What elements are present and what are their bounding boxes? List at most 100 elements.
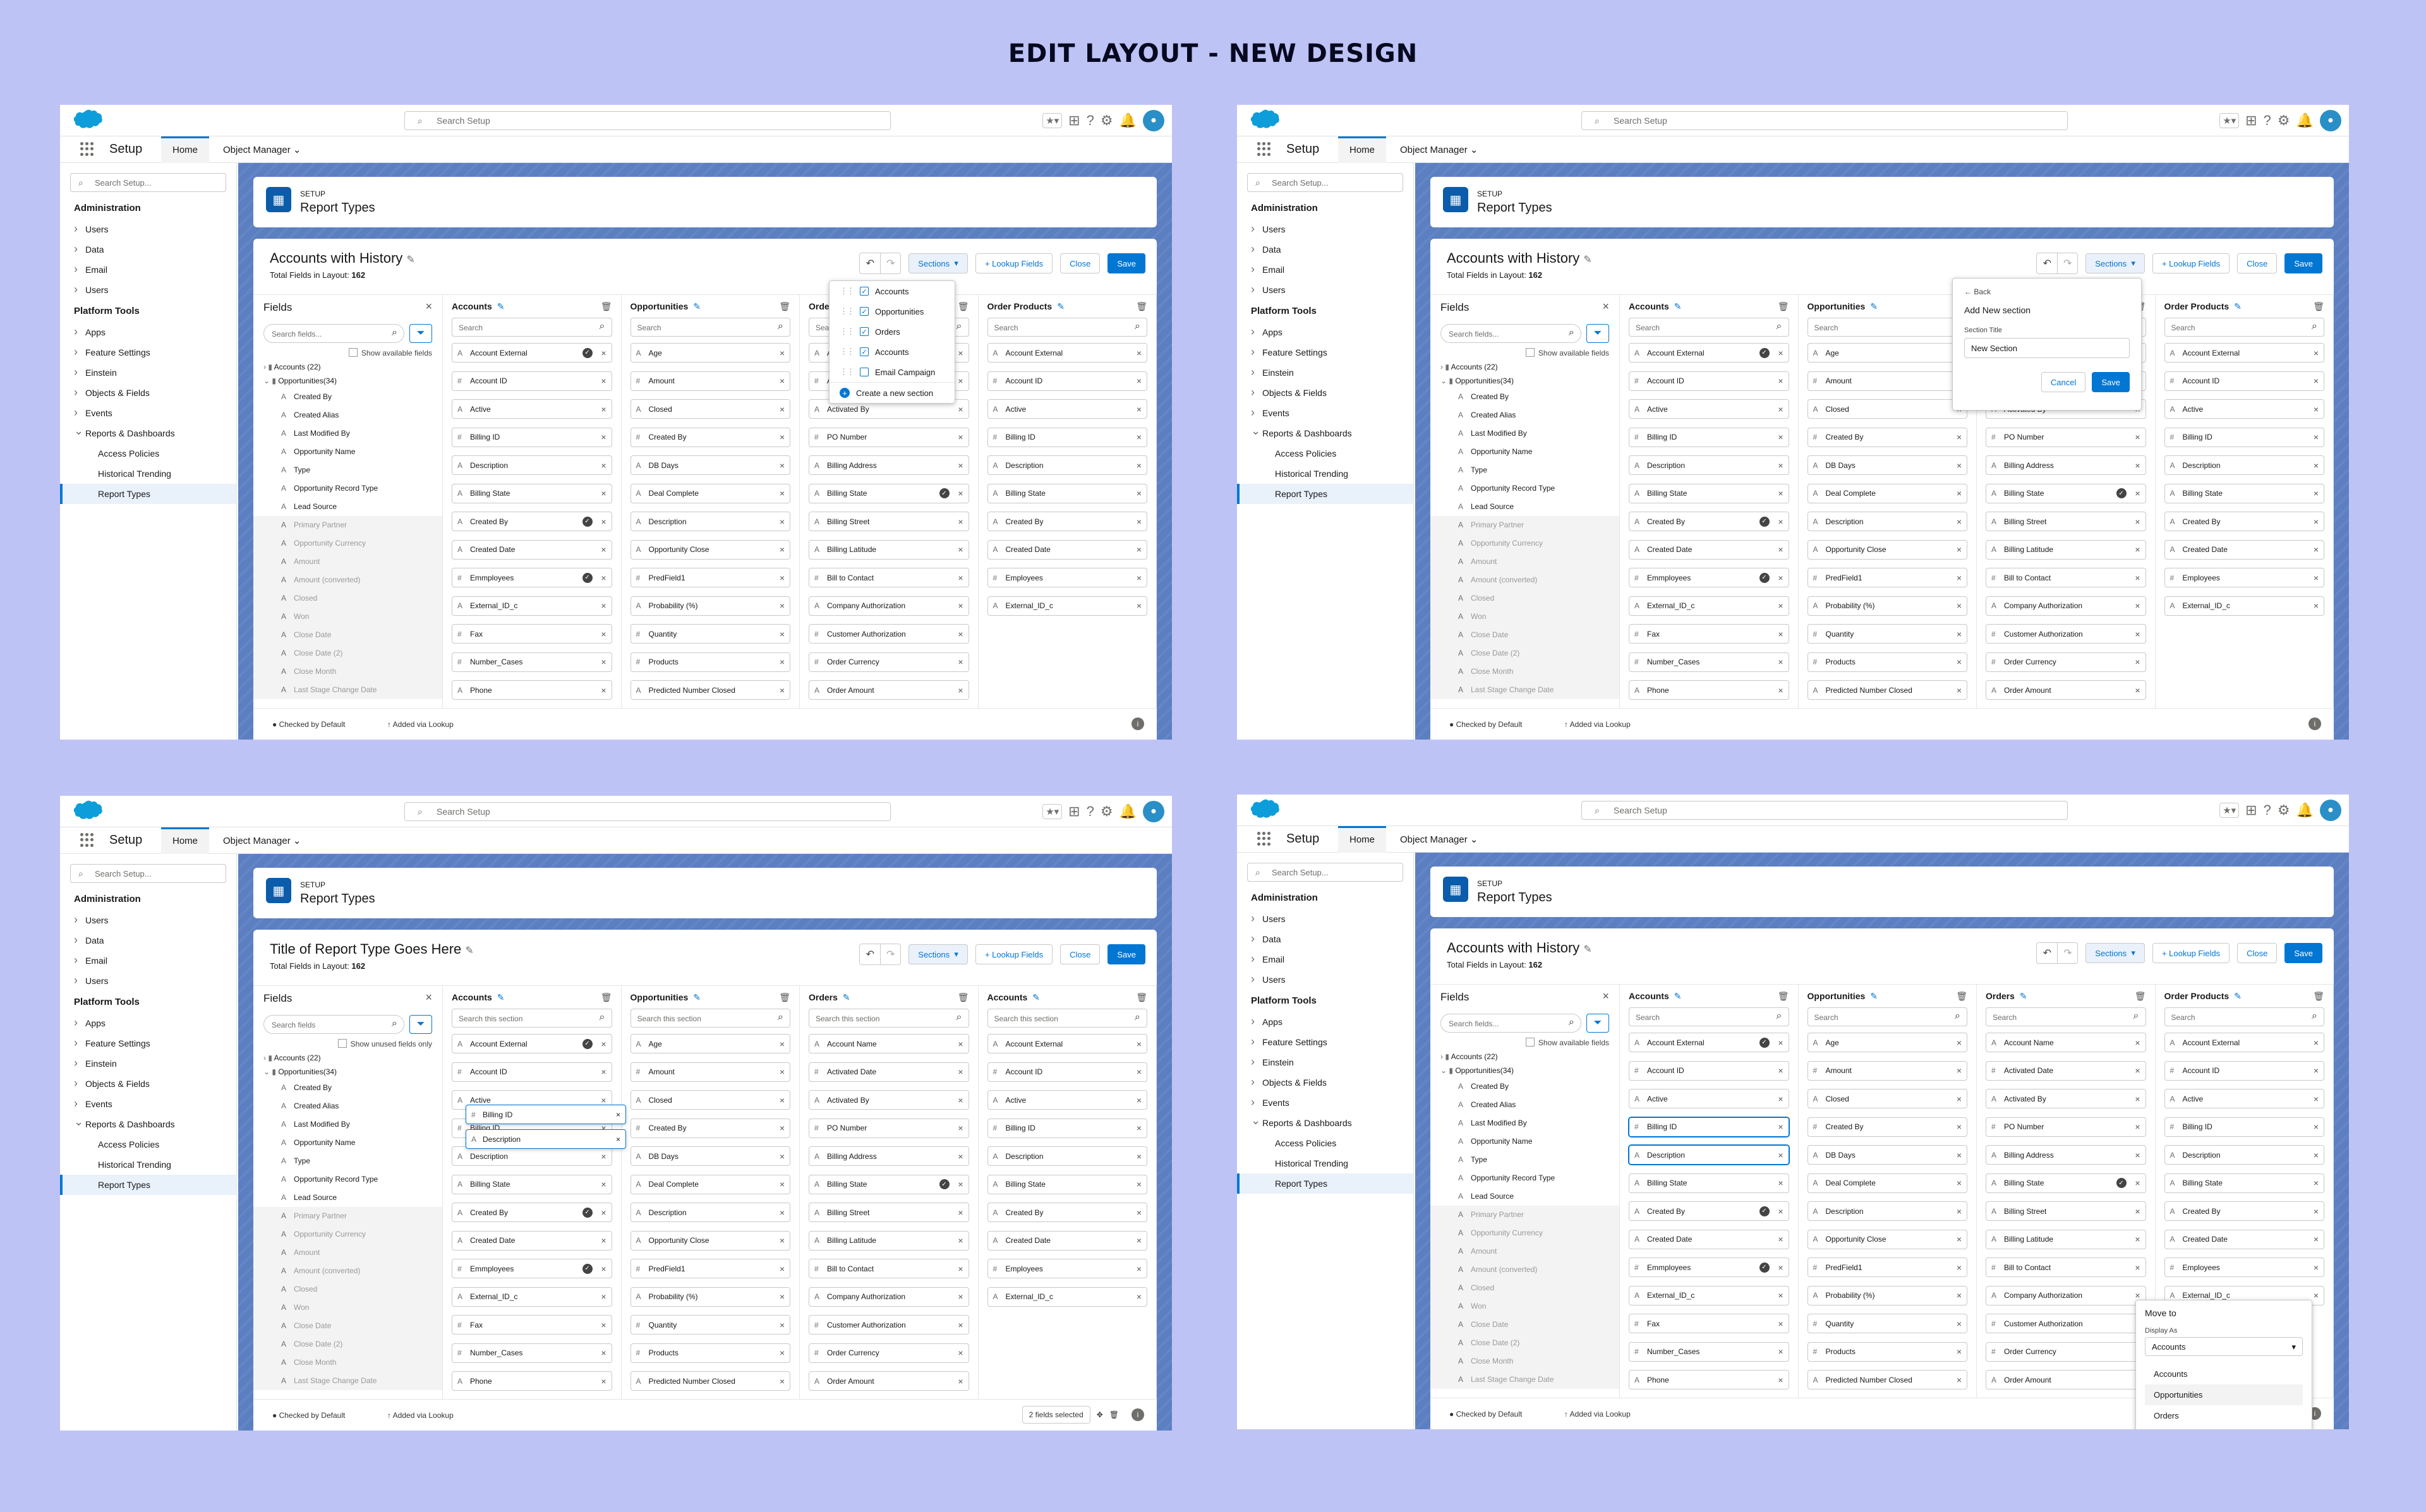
- sidebar-item[interactable]: Objects & Fields: [1237, 383, 1413, 403]
- section-search-input[interactable]: Search: [1807, 318, 1967, 337]
- app-launcher-icon[interactable]: [80, 833, 94, 847]
- show-fields-checkbox[interactable]: Show available fields: [253, 348, 432, 357]
- field-item[interactable]: AClosed×: [1807, 399, 1967, 419]
- field-item[interactable]: # Quantity ×: [630, 1315, 790, 1335]
- tree-group-opportunities[interactable]: Opportunities(34): [1430, 1064, 1619, 1077]
- tree-group-accounts[interactable]: Accounts (22): [1430, 360, 1619, 374]
- avatar[interactable]: ●: [1143, 110, 1164, 131]
- field-item[interactable]: # PredField1 ×: [1807, 1257, 1967, 1277]
- close-icon[interactable]: ×: [425, 991, 432, 1004]
- section-search-input[interactable]: Search: [1629, 1007, 1789, 1026]
- remove-icon[interactable]: ×: [1957, 488, 1962, 498]
- field-item[interactable]: # PO Number ×: [1986, 427, 2146, 447]
- remove-icon[interactable]: ×: [958, 517, 963, 527]
- fields-search-input[interactable]: Search fields...: [263, 324, 404, 343]
- field-item[interactable]: # PO Number ×: [1986, 1117, 2146, 1137]
- trash-icon[interactable]: 🗑: [1778, 301, 1789, 312]
- field-item[interactable]: # Bill to Contact ×: [1986, 1257, 2146, 1277]
- gear-icon[interactable]: ⚙: [2278, 802, 2290, 819]
- remove-icon[interactable]: ×: [780, 1095, 785, 1105]
- field-item[interactable]: A Description ×: [452, 455, 612, 475]
- save-button[interactable]: Save: [1107, 944, 1145, 964]
- remove-icon[interactable]: ×: [780, 685, 785, 695]
- remove-icon[interactable]: ×: [601, 1348, 606, 1358]
- section-search-input[interactable]: Search this section: [809, 1009, 969, 1028]
- close-button[interactable]: Close: [1060, 944, 1101, 964]
- tree-field[interactable]: Type: [253, 1152, 442, 1170]
- sidebar-search-input[interactable]: ⌕ Search Setup...: [70, 864, 226, 883]
- remove-icon[interactable]: ×: [601, 657, 606, 667]
- sidebar-item[interactable]: Feature Settings: [1237, 1032, 1413, 1052]
- pencil-icon[interactable]: ✎: [406, 255, 414, 265]
- remove-icon[interactable]: ×: [2135, 685, 2140, 695]
- undo-icon[interactable]: ↶: [860, 253, 880, 273]
- sidebar-subitem[interactable]: Historical Trending: [60, 1155, 236, 1175]
- field-item[interactable]: # Created By ×: [630, 427, 790, 447]
- field-item[interactable]: AAge×: [1807, 343, 1967, 363]
- close-icon[interactable]: ×: [1602, 300, 1609, 313]
- section-search-input[interactable]: Search: [1629, 318, 1789, 337]
- remove-icon[interactable]: ×: [1957, 573, 1962, 583]
- field-item[interactable]: # Quantity ×: [1807, 624, 1967, 644]
- remove-icon[interactable]: ×: [1137, 544, 1142, 555]
- field-item[interactable]: A Billing State ✓ ×: [1986, 483, 2146, 503]
- remove-icon[interactable]: ×: [2135, 460, 2140, 471]
- sidebar-search-input[interactable]: ⌕ Search Setup...: [70, 173, 226, 192]
- remove-icon[interactable]: ×: [1778, 1347, 1783, 1357]
- remove-icon[interactable]: ×: [1778, 629, 1783, 639]
- sidebar-item[interactable]: Data: [1237, 239, 1413, 260]
- remove-icon[interactable]: ×: [958, 1151, 963, 1161]
- trash-icon[interactable]: 🗑: [1956, 991, 1967, 1002]
- field-item[interactable]: #Customer Authorization×: [1986, 1314, 2146, 1333]
- remove-icon[interactable]: ×: [958, 1039, 963, 1049]
- field-item[interactable]: A Description ×: [1629, 1145, 1789, 1165]
- remove-icon[interactable]: ×: [601, 1376, 606, 1386]
- sidebar-item[interactable]: Users: [1237, 969, 1413, 990]
- sidebar-item-reports[interactable]: Reports & Dashboards: [60, 423, 236, 443]
- tree-field[interactable]: Lead Source: [253, 498, 442, 516]
- remove-icon[interactable]: ×: [1957, 1206, 1962, 1216]
- tree-field[interactable]: Created Alias: [253, 406, 442, 424]
- field-item[interactable]: A Active ×: [2164, 1089, 2324, 1108]
- pencil-icon[interactable]: ✎: [1870, 301, 1878, 312]
- remove-icon[interactable]: ×: [616, 1135, 620, 1144]
- field-item[interactable]: A Active ×: [2164, 399, 2324, 419]
- remove-icon[interactable]: ×: [601, 1292, 606, 1302]
- field-item[interactable]: # Billing ID ×: [452, 427, 612, 447]
- field-item[interactable]: A External_ID_c ×: [452, 596, 612, 616]
- field-item[interactable]: AAge×: [1807, 1033, 1967, 1052]
- info-icon[interactable]: i: [1132, 1408, 1144, 1421]
- field-item[interactable]: A Created Date ×: [2164, 1229, 2324, 1249]
- remove-icon[interactable]: ×: [1778, 376, 1783, 386]
- sidebar-subitem[interactable]: Historical Trending: [60, 464, 236, 484]
- tab-home[interactable]: Home: [1338, 826, 1386, 853]
- field-item[interactable]: A Billing Address ×: [1986, 1145, 2146, 1165]
- field-item[interactable]: A Account External ×: [987, 1034, 1147, 1053]
- remove-icon[interactable]: ×: [2314, 1065, 2319, 1076]
- tab-home[interactable]: Home: [1338, 136, 1386, 163]
- checkbox[interactable]: [860, 368, 869, 376]
- field-item[interactable]: A Billing State ×: [2164, 483, 2324, 503]
- tree-field[interactable]: Created By: [1430, 388, 1619, 406]
- close-button[interactable]: Close: [2237, 253, 2278, 273]
- field-item[interactable]: # Billing ID ×: [2164, 1117, 2324, 1137]
- field-item[interactable]: A Created Date ×: [987, 1230, 1147, 1251]
- remove-icon[interactable]: ×: [601, 1067, 606, 1077]
- field-item[interactable]: A Billing Latitude ×: [1986, 539, 2146, 560]
- remove-icon[interactable]: ×: [1778, 1375, 1783, 1385]
- sidebar-subitem-report-types[interactable]: Report Types: [60, 1175, 236, 1195]
- field-item[interactable]: A Deal Complete ×: [1807, 483, 1967, 503]
- tree-field[interactable]: Created By: [253, 388, 442, 406]
- remove-icon[interactable]: ×: [2314, 1234, 2319, 1244]
- remove-icon[interactable]: ×: [1137, 460, 1142, 471]
- drag-handle-icon[interactable]: ⋮⋮: [840, 286, 855, 296]
- section-search-input[interactable]: Search this section: [630, 1009, 790, 1028]
- help-icon[interactable]: ?: [1087, 112, 1094, 129]
- remove-icon[interactable]: ×: [780, 1320, 785, 1330]
- remove-icon[interactable]: ×: [1957, 1038, 1962, 1048]
- sidebar-subitem-report-types[interactable]: Report Types: [1237, 1173, 1413, 1194]
- undo-icon[interactable]: ↶: [860, 944, 880, 964]
- field-item[interactable]: AOrder Amount×: [809, 1371, 969, 1391]
- sidebar-subitem[interactable]: Historical Trending: [1237, 1153, 1413, 1173]
- remove-icon[interactable]: ×: [958, 1320, 963, 1330]
